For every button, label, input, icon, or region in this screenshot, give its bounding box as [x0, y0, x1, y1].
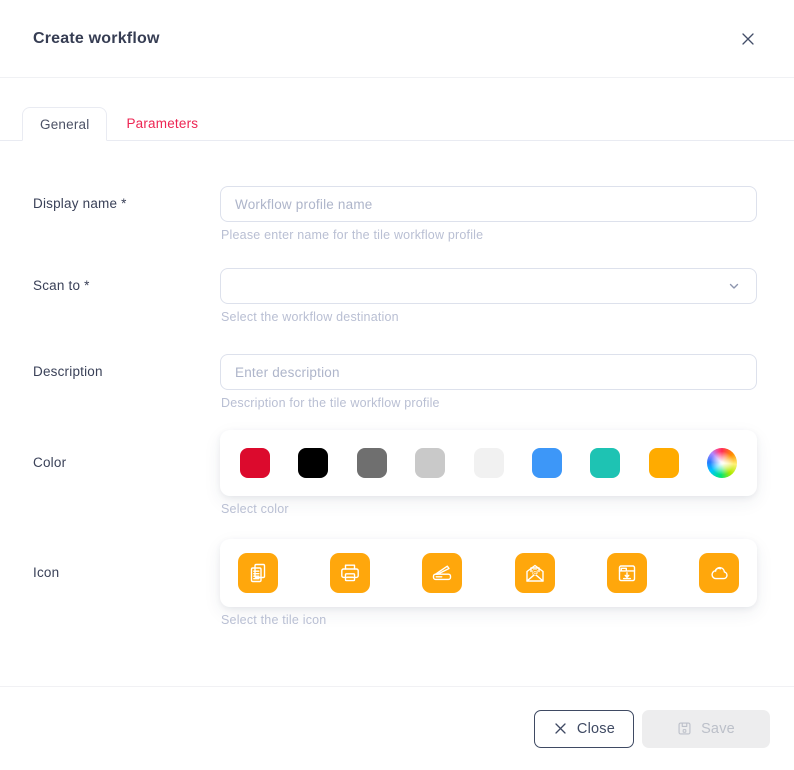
scan-to-helper: Select the workflow destination — [221, 310, 757, 324]
icon-label: Icon — [33, 539, 220, 607]
color-helper: Select color — [221, 502, 757, 516]
tab-parameters-label: Parameters — [126, 116, 198, 131]
color-swatch[interactable] — [532, 448, 562, 478]
dialog-header: Create workflow — [0, 0, 794, 78]
icon-helper: Select the tile icon — [221, 613, 757, 627]
icon-option-printer[interactable] — [330, 553, 370, 593]
color-wheel-picker[interactable] — [707, 448, 737, 478]
save-button-label: Save — [701, 721, 735, 737]
color-swatch[interactable] — [649, 448, 679, 478]
close-button[interactable]: Close — [534, 710, 634, 748]
scan-to-label: Scan to * — [33, 268, 220, 304]
dialog-footer: Close Save — [0, 686, 794, 770]
close-icon[interactable] — [738, 29, 758, 49]
color-swatch[interactable] — [474, 448, 504, 478]
color-row: Color Select color — [33, 430, 757, 516]
icon-option-folder-download[interactable] — [607, 553, 647, 593]
icon-option-scanner[interactable] — [422, 553, 462, 593]
icon-row: Icon @ Select the tile icon — [33, 539, 757, 627]
color-swatch[interactable] — [590, 448, 620, 478]
close-button-label: Close — [577, 721, 615, 737]
description-row: Description Description for the tile wor… — [33, 354, 757, 410]
icon-option-cloud[interactable] — [699, 553, 739, 593]
icon-option-email-at[interactable]: @ — [515, 553, 555, 593]
icon-option-document-copy[interactable] — [238, 553, 278, 593]
color-swatch[interactable] — [415, 448, 445, 478]
scan-to-row: Scan to * Select the workflow destinatio… — [33, 268, 757, 324]
display-name-input[interactable] — [220, 186, 757, 222]
save-floppy-icon — [677, 721, 692, 736]
tab-bar: General Parameters — [0, 106, 794, 141]
color-label: Color — [33, 430, 220, 496]
description-input[interactable] — [220, 354, 757, 390]
display-name-helper: Please enter name for the tile workflow … — [221, 228, 757, 242]
tab-parameters[interactable]: Parameters — [107, 106, 217, 140]
scan-to-select[interactable] — [220, 268, 757, 304]
workflow-form: Display name * Please enter name for the… — [0, 186, 794, 627]
tab-general[interactable]: General — [22, 107, 107, 141]
svg-text:@: @ — [531, 568, 538, 576]
description-label: Description — [33, 354, 220, 390]
save-button[interactable]: Save — [642, 710, 770, 748]
tab-general-label: General — [40, 117, 89, 132]
color-swatch[interactable] — [357, 448, 387, 478]
dialog-title: Create workflow — [33, 30, 160, 48]
create-workflow-dialog: Create workflow General Parameters Displ… — [0, 0, 794, 770]
display-name-label: Display name * — [33, 186, 220, 222]
color-swatch-card — [220, 430, 757, 496]
description-helper: Description for the tile workflow profil… — [221, 396, 757, 410]
close-x-icon — [553, 721, 568, 736]
color-swatch[interactable] — [298, 448, 328, 478]
chevron-down-icon — [726, 278, 742, 294]
color-swatch[interactable] — [240, 448, 270, 478]
display-name-row: Display name * Please enter name for the… — [33, 186, 757, 242]
icon-tile-card: @ — [220, 539, 757, 607]
